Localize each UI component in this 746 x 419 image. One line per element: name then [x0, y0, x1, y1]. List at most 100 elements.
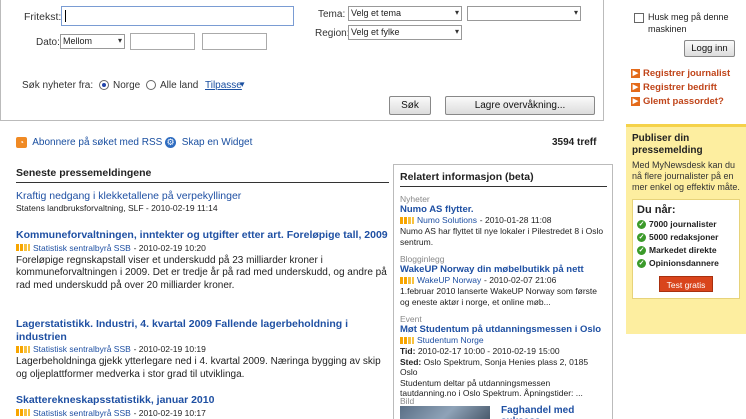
item-source-row: Statistisk sentralbyrå SSB - 2010-02-19 …: [16, 344, 389, 355]
tema-select[interactable]: Velg et tema ▾: [348, 6, 462, 21]
register-company-link[interactable]: ▶ Registrer bedrift: [631, 82, 746, 96]
chevron-down-icon: ▾: [573, 8, 578, 17]
related-category: Nyheter: [400, 194, 430, 204]
item-source-link[interactable]: Statistisk sentralbyrå SSB: [33, 344, 131, 354]
rss-icon: ◔: [16, 137, 27, 148]
rss-label: Abonnere på søket med RSS: [32, 137, 163, 149]
item-source-link[interactable]: Statistisk sentralbyrå SSB: [33, 408, 131, 418]
item-title-link[interactable]: Kraftig nedgang i klekketallene på verpe…: [16, 190, 389, 202]
chevron-down-icon: ▾: [117, 36, 122, 45]
dato-select-value: Mellom: [63, 36, 93, 46]
item-source-row: Statistisk sentralbyrå SSB - 2010-02-19 …: [16, 243, 389, 254]
rss-link[interactable]: ◔ Abonnere på søket med RSS: [16, 137, 162, 148]
related-date: - 2010-01-28 11:08: [479, 215, 552, 225]
tilpasse-link[interactable]: Tilpasse: [205, 80, 242, 91]
forgot-password-label: Glemt passordet?: [643, 96, 724, 107]
related-item: Blogginlegg WakeUP Norway din møbelbutik…: [400, 254, 607, 307]
related-title-link[interactable]: Faghandel med suksess: [501, 405, 607, 419]
login-button-label: Logg inn: [691, 43, 728, 54]
radio-alle[interactable]: [146, 80, 156, 90]
rating-bars-icon: [16, 345, 30, 353]
related-title-link[interactable]: Møt Studentum på utdanningsmessen i Oslo: [400, 324, 607, 335]
save-monitoring-button[interactable]: Lagre overvåkning...: [445, 96, 595, 115]
item-title-link[interactable]: Kommuneforvaltningen, inntekter og utgif…: [16, 229, 389, 242]
related-heading: Relatert informasjon (beta): [400, 171, 607, 187]
forgot-password-link[interactable]: ▶ Glemt passordet?: [631, 96, 746, 110]
item-date: - 2010-02-19 10:17: [133, 407, 206, 418]
rating-bars-icon: [16, 409, 30, 417]
rating-bars-icon: [16, 244, 30, 252]
sted-value: Oslo Spektrum, Sonja Henies plass 2, 018…: [400, 356, 589, 378]
text-cursor: [65, 10, 66, 22]
related-thumbnail[interactable]: [400, 406, 490, 419]
arrow-right-icon: ▶: [631, 96, 640, 106]
promo-box: Publiser din pressemelding Med MyNewsdes…: [626, 124, 746, 334]
related-place-row: Sted: Oslo Spektrum, Sonja Henies plass …: [400, 357, 607, 378]
check-item-label: Opinionsdannere: [649, 258, 719, 268]
du-nar-heading: Du når:: [637, 204, 676, 216]
register-company-label: Registrer bedrift: [643, 82, 717, 93]
tema-sub-select[interactable]: ▾: [467, 6, 581, 21]
item-date: - 2010-02-19 10:20: [133, 242, 206, 253]
related-category: Blogginlegg: [400, 254, 445, 264]
item-date: - 2010-02-19 10:19: [133, 344, 206, 354]
sted-label: Sted:: [400, 356, 422, 367]
radio-norge-label: Norge: [113, 80, 141, 91]
radio-dot: [102, 83, 106, 87]
related-source-link[interactable]: Numo Solutions: [417, 215, 477, 225]
related-item: Nyheter Numo AS flytter. Numo Solutions …: [400, 194, 607, 247]
rating-bars-icon: [400, 336, 414, 344]
related-heading-text: Relatert informasjon (beta): [400, 171, 534, 183]
item-source-link[interactable]: Statistisk sentralbyrå SSB: [33, 243, 131, 253]
related-source-link[interactable]: Studentum Norge: [417, 335, 484, 345]
test-gratis-button[interactable]: Test gratis: [659, 276, 713, 292]
widget-link[interactable]: ⚙ Skap en Widget: [165, 137, 252, 148]
related-item: Event Møt Studentum på utdanningsmessen …: [400, 314, 607, 399]
dato-label: Dato:: [36, 37, 60, 48]
list-item: Kommuneforvaltningen, inntekter og utgif…: [16, 229, 389, 292]
related-body: 1.februar 2010 lanserte WakeUP Norway so…: [400, 286, 597, 307]
related-title-link[interactable]: Numo AS flytter.: [400, 204, 607, 215]
rating-bars-icon: [400, 276, 414, 284]
related-time-row: Tid: 2010-02-17 10:00 - 2010-02-19 15:00: [400, 346, 607, 357]
dato-select[interactable]: Mellom ▾: [60, 34, 125, 49]
register-journalist-link[interactable]: ▶ Registrer journalist: [631, 68, 746, 82]
related-body: Numo AS har flyttet til nye lokaler i Pi…: [400, 226, 604, 247]
chevron-down-icon: ▾: [240, 79, 245, 89]
item-body: Lagerbeholdninga gjekk ytterlegare ned i…: [16, 356, 381, 380]
tid-label: Tid:: [400, 346, 416, 356]
radio-norge[interactable]: [99, 80, 109, 90]
login-button[interactable]: Logg inn: [684, 40, 735, 57]
login-links: ▶ Registrer journalist ▶ Registrer bedrift…: [631, 68, 746, 110]
date-to-input[interactable]: [202, 33, 267, 50]
check-item-label: Markedet direkte: [649, 245, 717, 255]
search-button[interactable]: Søk: [389, 96, 431, 115]
related-source-link[interactable]: WakeUP Norway: [417, 275, 481, 285]
tema-select-value: Velg et tema: [351, 8, 402, 18]
check-item-label: 7000 journalister: [649, 219, 717, 229]
search-button-label: Søk: [401, 100, 419, 111]
arrow-right-icon: ▶: [631, 82, 640, 92]
tema-label: Tema:: [318, 9, 346, 20]
promo-text: Med MyNewsdesk kan du nå flere journalis…: [632, 160, 740, 192]
result-count: 3594 treff: [552, 137, 597, 148]
check-item: ✓ 5000 redaksjoner: [637, 232, 735, 245]
test-gratis-label: Test gratis: [666, 280, 706, 290]
check-item: ✓ 7000 journalister: [637, 219, 735, 232]
related-title-link[interactable]: WakeUP Norway din møbelbutikk på nett: [400, 264, 607, 275]
tid-value: 2010-02-17 10:00 - 2010-02-19 15:00: [417, 346, 560, 356]
list-item: Kraftig nedgang i klekketallene på verpe…: [16, 190, 389, 213]
promo-inner-box: Du når: ✓ 7000 journalister ✓ 5000 redaksj…: [632, 199, 740, 299]
check-icon: ✓: [637, 220, 646, 230]
news-from-label: Søk nyheter fra:: [22, 80, 94, 91]
arrow-right-icon: ▶: [631, 68, 640, 78]
remember-checkbox[interactable]: [634, 13, 644, 23]
region-select[interactable]: Velg et fylke ▾: [348, 25, 462, 40]
item-title-link[interactable]: Skatterekneskapsstatistikk, januar 2010: [16, 394, 389, 407]
item-body: Foreløpige regnskapstall viser et unders…: [16, 254, 387, 291]
save-monitoring-button-label: Lagre overvåkning...: [474, 100, 566, 111]
check-item: ✓ Markedet direkte: [637, 245, 735, 258]
date-from-input[interactable]: [130, 33, 195, 50]
fritekst-input[interactable]: [61, 6, 294, 26]
item-title-link[interactable]: Lagerstatistikk. Industri, 4. kvartal 20…: [16, 318, 389, 343]
